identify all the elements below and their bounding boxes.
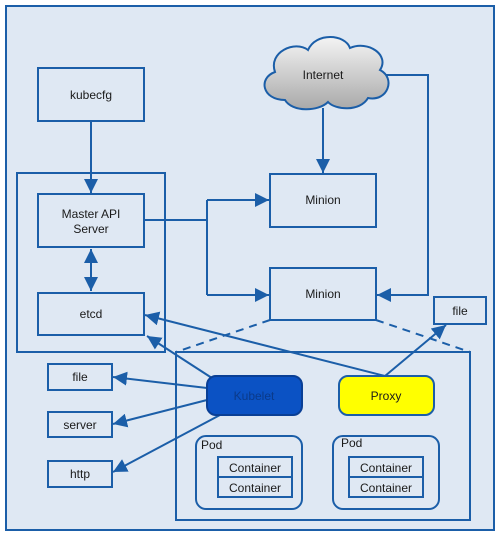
- container-label: Container: [229, 461, 281, 475]
- pod-label-1: Pod: [201, 438, 222, 452]
- container-label: Container: [360, 461, 412, 475]
- file-label-right: file: [452, 304, 468, 318]
- http-label: http: [70, 467, 90, 481]
- kubecfg-label: kubecfg: [70, 88, 112, 102]
- master-api-label-line2: Server: [73, 222, 108, 236]
- proxy-label: Proxy: [371, 389, 402, 403]
- etcd-label: etcd: [80, 307, 103, 321]
- kubernetes-architecture-diagram: Internet kubecfg Master API Server etcd …: [5, 5, 495, 531]
- kubelet-label: Kubelet: [234, 389, 275, 403]
- file-label-left: file: [72, 370, 88, 384]
- master-api-label-line1: Master API: [62, 207, 121, 221]
- minion-label-1: Minion: [305, 193, 340, 207]
- internet-label: Internet: [303, 68, 344, 82]
- minion-label-2: Minion: [305, 287, 340, 301]
- server-label: server: [63, 418, 96, 432]
- pod-label-2: Pod: [341, 436, 362, 450]
- container-label: Container: [229, 481, 281, 495]
- container-label: Container: [360, 481, 412, 495]
